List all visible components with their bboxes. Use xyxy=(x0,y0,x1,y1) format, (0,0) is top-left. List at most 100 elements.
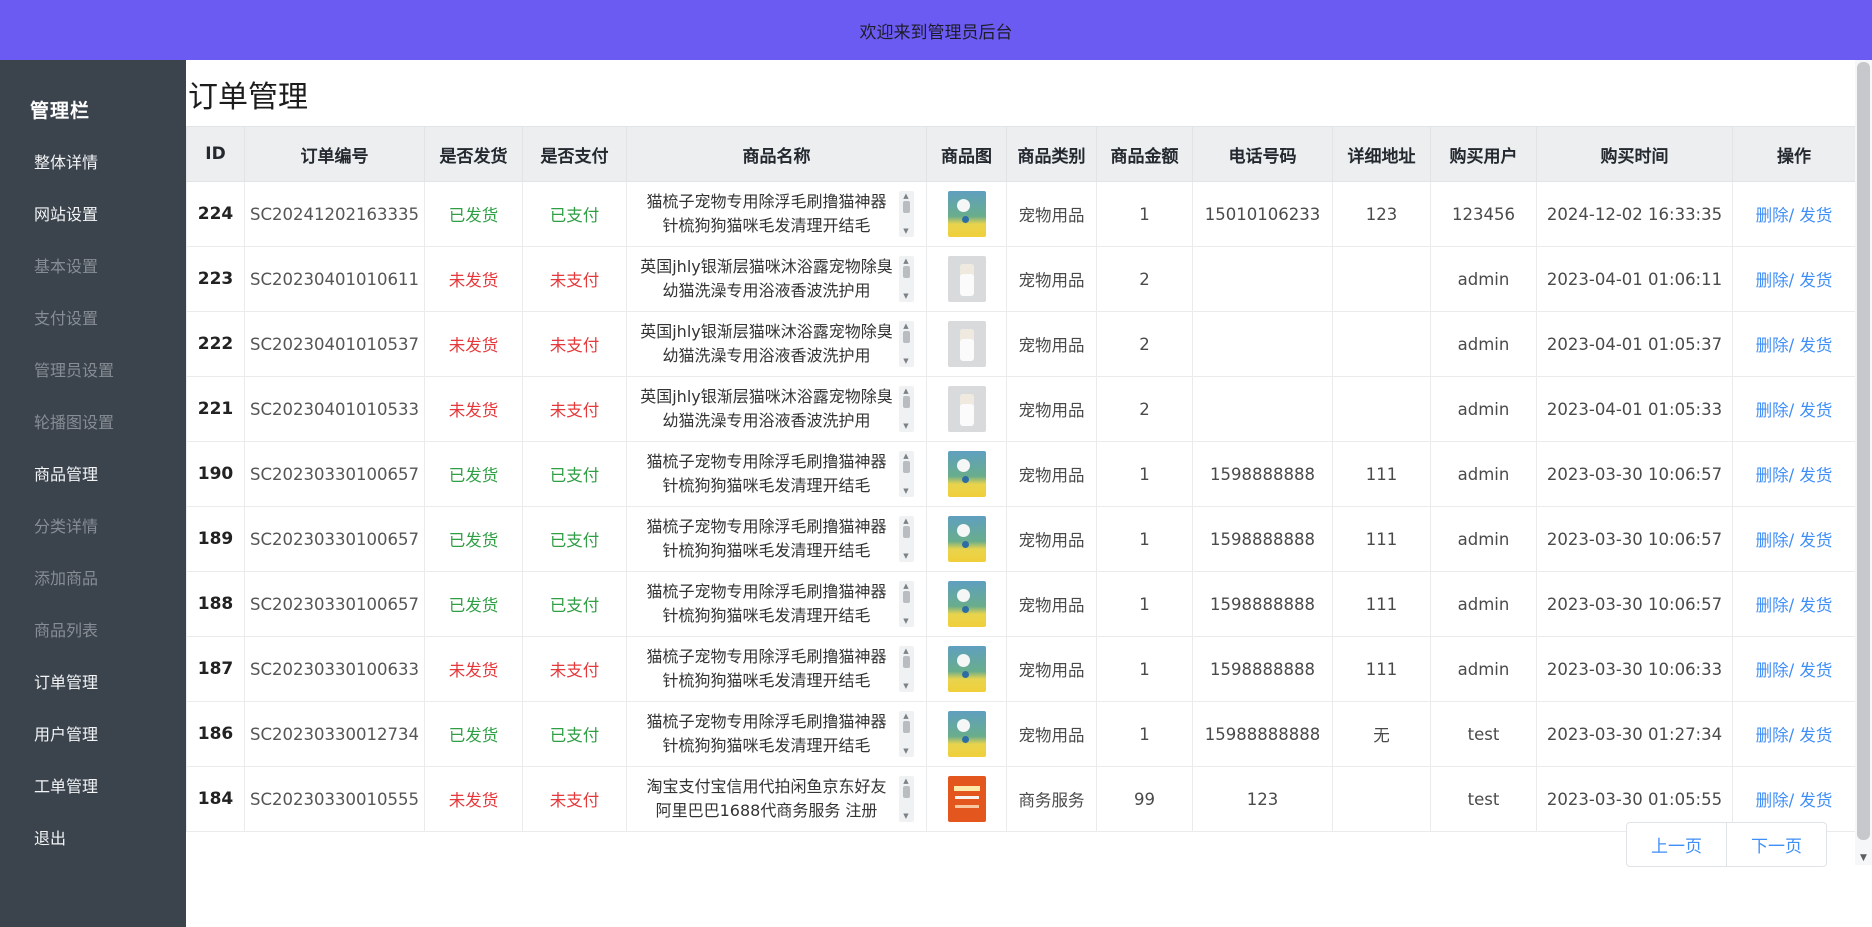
sidebar-item-管理员设置[interactable]: 管理员设置 xyxy=(0,345,186,397)
ship-link[interactable]: 发货 xyxy=(1799,596,1832,615)
ship-link[interactable]: 发货 xyxy=(1799,726,1832,745)
product-name-scrollbox[interactable]: 猫梳子宠物专用除浮毛刷撸猫神器针梳狗狗猫咪毛发清理开结毛▲▼ xyxy=(627,645,926,693)
mini-scroll-thumb[interactable] xyxy=(903,721,910,733)
scroll-up-icon[interactable]: ▲ xyxy=(903,453,908,460)
product-name-scrollbox[interactable]: 英国jhly银渐层猫咪沐浴露宠物除臭幼猫洗澡专用浴液香波洗护用▲▼ xyxy=(627,320,926,368)
action-separator: / xyxy=(1789,271,1800,290)
scroll-down-icon[interactable]: ▼ xyxy=(903,748,908,755)
scroll-up-icon[interactable]: ▲ xyxy=(903,583,908,590)
delete-link[interactable]: 删除 xyxy=(1756,726,1789,745)
prev-page-button[interactable]: 上一页 xyxy=(1626,822,1726,867)
ship-link[interactable]: 发货 xyxy=(1799,791,1832,810)
delete-link[interactable]: 删除 xyxy=(1756,661,1789,680)
product-name-text: 猫梳子宠物专用除浮毛刷撸猫神器针梳狗狗猫咪毛发清理开结毛 xyxy=(640,645,894,693)
mini-scrollbar[interactable]: ▲▼ xyxy=(899,191,914,237)
sidebar-item-基本设置[interactable]: 基本设置 xyxy=(0,241,186,293)
vertical-scrollbar[interactable]: ▼ xyxy=(1855,60,1872,865)
scroll-down-icon[interactable]: ▼ xyxy=(903,618,908,625)
scroll-up-icon[interactable]: ▲ xyxy=(903,323,908,330)
product-name-scrollbox[interactable]: 猫梳子宠物专用除浮毛刷撸猫神器针梳狗狗猫咪毛发清理开结毛▲▼ xyxy=(627,580,926,628)
mini-scrollbar[interactable]: ▲▼ xyxy=(899,386,914,432)
mini-scroll-thumb[interactable] xyxy=(903,786,910,798)
next-page-button[interactable]: 下一页 xyxy=(1726,822,1827,867)
ship-link[interactable]: 发货 xyxy=(1799,401,1832,420)
scroll-down-icon[interactable]: ▼ xyxy=(903,488,908,495)
sidebar-item-分类详情[interactable]: 分类详情 xyxy=(0,501,186,553)
mini-scroll-thumb[interactable] xyxy=(903,331,910,343)
scroll-down-icon[interactable]: ▼ xyxy=(903,423,908,430)
delete-link[interactable]: 删除 xyxy=(1756,271,1789,290)
product-name-scrollbox[interactable]: 英国jhly银渐层猫咪沐浴露宠物除臭幼猫洗澡专用浴液香波洗护用▲▼ xyxy=(627,385,926,433)
sidebar-item-订单管理[interactable]: 订单管理 xyxy=(0,657,186,709)
category-cell: 商务服务 xyxy=(1007,767,1097,832)
delete-link[interactable]: 删除 xyxy=(1756,466,1789,485)
mini-scrollbar[interactable]: ▲▼ xyxy=(899,516,914,562)
scroll-down-icon[interactable]: ▼ xyxy=(903,813,908,820)
scroll-up-icon[interactable]: ▲ xyxy=(903,193,908,200)
delete-link[interactable]: 删除 xyxy=(1756,791,1789,810)
sidebar-item-用户管理[interactable]: 用户管理 xyxy=(0,709,186,761)
mini-scrollbar[interactable]: ▲▼ xyxy=(899,711,914,757)
ship-link[interactable]: 发货 xyxy=(1799,531,1832,550)
order-id-cell: 187 xyxy=(187,637,245,702)
scroll-down-icon[interactable]: ▼ xyxy=(903,683,908,690)
mini-scroll-thumb[interactable] xyxy=(903,461,910,473)
delete-link[interactable]: 删除 xyxy=(1756,531,1789,550)
mini-scroll-thumb[interactable] xyxy=(903,591,910,603)
ship-link[interactable]: 发货 xyxy=(1799,206,1832,225)
delete-link[interactable]: 删除 xyxy=(1756,336,1789,355)
order-id-cell: 186 xyxy=(187,702,245,767)
scrollbar-down-icon[interactable]: ▼ xyxy=(1855,853,1872,863)
scroll-down-icon[interactable]: ▼ xyxy=(903,553,908,560)
mini-scroll-thumb[interactable] xyxy=(903,266,910,278)
product-name-scrollbox[interactable]: 英国jhly银渐层猫咪沐浴露宠物除臭幼猫洗澡专用浴液香波洗护用▲▼ xyxy=(627,255,926,303)
scrollbar-thumb[interactable] xyxy=(1857,62,1870,840)
delete-link[interactable]: 删除 xyxy=(1756,596,1789,615)
product-name-scrollbox[interactable]: 猫梳子宠物专用除浮毛刷撸猫神器针梳狗狗猫咪毛发清理开结毛▲▼ xyxy=(627,190,926,238)
mini-scroll-thumb[interactable] xyxy=(903,656,910,668)
product-name-scrollbox[interactable]: 猫梳子宠物专用除浮毛刷撸猫神器针梳狗狗猫咪毛发清理开结毛▲▼ xyxy=(627,515,926,563)
mini-scrollbar[interactable]: ▲▼ xyxy=(899,321,914,367)
scroll-up-icon[interactable]: ▲ xyxy=(903,648,908,655)
sidebar-item-商品列表[interactable]: 商品列表 xyxy=(0,605,186,657)
mini-scrollbar[interactable]: ▲▼ xyxy=(899,776,914,822)
scroll-up-icon[interactable]: ▲ xyxy=(903,778,908,785)
mini-scroll-thumb[interactable] xyxy=(903,396,910,408)
mini-scrollbar[interactable]: ▲▼ xyxy=(899,581,914,627)
product-name-scrollbox[interactable]: 猫梳子宠物专用除浮毛刷撸猫神器针梳狗狗猫咪毛发清理开结毛▲▼ xyxy=(627,450,926,498)
scroll-down-icon[interactable]: ▼ xyxy=(903,293,908,300)
buyer-cell: admin xyxy=(1431,507,1537,572)
ship-link[interactable]: 发货 xyxy=(1799,271,1832,290)
sidebar-item-退出[interactable]: 退出 xyxy=(0,813,186,865)
product-image-cell xyxy=(927,312,1007,377)
delete-link[interactable]: 删除 xyxy=(1756,206,1789,225)
ship-link[interactable]: 发货 xyxy=(1799,466,1832,485)
sidebar-item-支付设置[interactable]: 支付设置 xyxy=(0,293,186,345)
paid-status: 已支付 xyxy=(523,442,627,507)
phone-cell: 1598888888 xyxy=(1193,507,1333,572)
mini-scrollbar[interactable]: ▲▼ xyxy=(899,256,914,302)
scroll-down-icon[interactable]: ▼ xyxy=(903,358,908,365)
delete-link[interactable]: 删除 xyxy=(1756,401,1789,420)
sidebar-item-轮播图设置[interactable]: 轮播图设置 xyxy=(0,397,186,449)
time-cell: 2023-03-30 10:06:57 xyxy=(1537,442,1733,507)
scroll-up-icon[interactable]: ▲ xyxy=(903,713,908,720)
scroll-up-icon[interactable]: ▲ xyxy=(903,258,908,265)
scroll-up-icon[interactable]: ▲ xyxy=(903,388,908,395)
product-name-scrollbox[interactable]: 淘宝支付宝信用代拍闲鱼京东好友阿里巴巴1688代商务服务 注册▲▼ xyxy=(627,775,926,823)
ship-link[interactable]: 发货 xyxy=(1799,336,1832,355)
mini-scrollbar[interactable]: ▲▼ xyxy=(899,451,914,497)
phone-cell: 1598888888 xyxy=(1193,637,1333,702)
sidebar-item-网站设置[interactable]: 网站设置 xyxy=(0,189,186,241)
sidebar-item-商品管理[interactable]: 商品管理 xyxy=(0,449,186,501)
mini-scroll-thumb[interactable] xyxy=(903,526,910,538)
scroll-up-icon[interactable]: ▲ xyxy=(903,518,908,525)
sidebar-item-工单管理[interactable]: 工单管理 xyxy=(0,761,186,813)
mini-scrollbar[interactable]: ▲▼ xyxy=(899,646,914,692)
ship-link[interactable]: 发货 xyxy=(1799,661,1832,680)
product-name-scrollbox[interactable]: 猫梳子宠物专用除浮毛刷撸猫神器针梳狗狗猫咪毛发清理开结毛▲▼ xyxy=(627,710,926,758)
sidebar-item-添加商品[interactable]: 添加商品 xyxy=(0,553,186,605)
scroll-down-icon[interactable]: ▼ xyxy=(903,228,908,235)
sidebar-item-整体详情[interactable]: 整体详情 xyxy=(0,137,186,189)
mini-scroll-thumb[interactable] xyxy=(903,201,910,213)
